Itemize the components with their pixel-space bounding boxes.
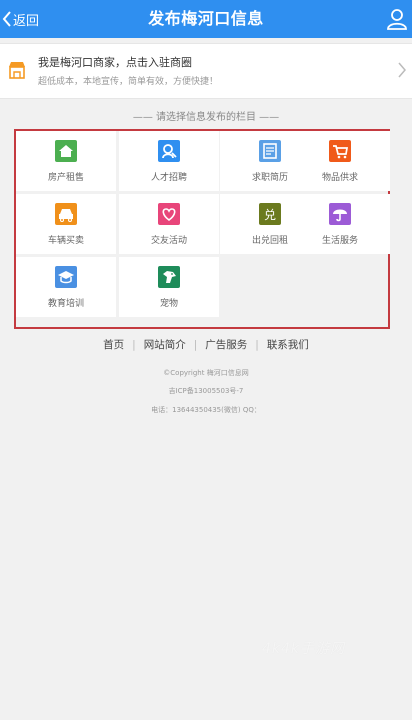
category-label: 物品供求: [321, 173, 358, 183]
category-pets[interactable]: 宠物: [119, 257, 219, 317]
merchant-banner[interactable]: 我是梅河口商家，点击入驻商圈 超低成本，本地宣传，简单有效，方便快捷！: [0, 43, 412, 99]
chevron-right-icon: [398, 62, 406, 78]
contact-text: 电话：13644350435(微信) QQ：: [151, 406, 261, 414]
house-icon: [55, 140, 77, 162]
category-goods[interactable]: 物品供求: [290, 131, 390, 191]
footer-link-home[interactable]: 首页: [95, 339, 132, 351]
store-icon: [9, 62, 25, 79]
person-search-icon: [158, 140, 180, 162]
merchant-main-text: 我是梅河口商家，点击入驻商圈: [38, 56, 192, 69]
category-label: 交友活动: [150, 236, 187, 246]
copyright-text: ©Copyright 梅河口信息网: [163, 369, 249, 377]
section-title: —— 请选择信息发布的栏目 ——: [132, 112, 280, 123]
category-life-service[interactable]: 生活服务: [290, 194, 390, 254]
top-bar: 返回 发布梅河口信息: [0, 0, 412, 38]
umbrella-icon: [329, 203, 351, 225]
car-icon: [55, 203, 77, 225]
icp-text: 吉ICP备13005503号-7: [168, 387, 244, 395]
category-grid: 房产租售 人才招聘 求职简历 物品供求 车辆买卖 交友活动 兑 出兑回租 生活服…: [14, 129, 390, 329]
footer-link-contact[interactable]: 联系我们: [259, 339, 317, 351]
category-label: 宠物: [159, 299, 178, 309]
page-title: 发布梅河口信息: [148, 9, 264, 28]
user-icon[interactable]: [386, 8, 408, 30]
cart-icon: [329, 140, 351, 162]
category-label: 人才招聘: [150, 173, 187, 183]
merchant-sub-text: 超低成本，本地宣传，简单有效，方便快捷！: [38, 77, 219, 87]
svg-text:兑: 兑: [264, 208, 276, 222]
exchange-icon: 兑: [259, 203, 281, 225]
category-car[interactable]: 车辆买卖: [16, 194, 116, 254]
resume-icon: [259, 140, 281, 162]
category-dating[interactable]: 交友活动: [119, 194, 219, 254]
category-recruit[interactable]: 人才招聘: [119, 131, 219, 191]
back-label: 返回: [13, 13, 40, 29]
footer-link-ads[interactable]: 广告服务: [197, 339, 255, 351]
watermark-text: 4k4k手游网: [262, 641, 346, 657]
category-label: 房产租售: [47, 173, 84, 183]
category-label: 生活服务: [321, 236, 358, 246]
category-label: 车辆买卖: [47, 236, 84, 246]
category-education[interactable]: 教育培训: [16, 257, 116, 317]
footer-link-about[interactable]: 网站简介: [136, 339, 194, 351]
back-button[interactable]: 返回: [2, 8, 39, 30]
chevron-left-icon: [2, 11, 11, 27]
heart-icon: [158, 203, 180, 225]
graduation-cap-icon: [55, 266, 77, 288]
dog-icon: [158, 266, 180, 288]
category-label: 教育培训: [47, 299, 84, 309]
footer-nav: 首页 | 网站简介 | 广告服务 | 联系我们: [0, 337, 412, 352]
category-house[interactable]: 房产租售: [16, 131, 116, 191]
